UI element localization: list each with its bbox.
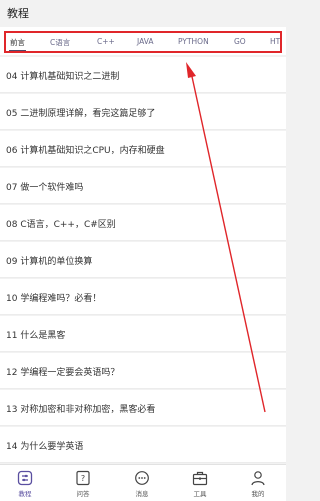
tab-go[interactable]: GO xyxy=(234,37,246,46)
qa-icon: ? xyxy=(76,470,90,486)
list-item[interactable]: 14 为什么要学英语 xyxy=(0,427,286,463)
list-item[interactable]: 06 计算机基础知识之CPU，内存和硬盘 xyxy=(0,131,286,167)
list-item-title: 08 C语言，C++，C#区别 xyxy=(6,220,116,230)
tab-ht[interactable]: HT xyxy=(270,37,280,46)
list-item-title: 04 计算机基础知识之二进制 xyxy=(6,72,120,82)
list-item[interactable]: 09 计算机的单位换算 xyxy=(0,242,286,278)
list-item[interactable]: 04 计算机基础知识之二进制 xyxy=(0,57,286,93)
nav-profile[interactable]: 我的 xyxy=(238,468,278,500)
divider xyxy=(0,203,286,204)
active-tab-indicator xyxy=(9,50,26,52)
list-item[interactable]: 12 学编程一定要会英语吗？ xyxy=(0,353,286,389)
tutorial-icon xyxy=(17,470,33,486)
nav-label: 问答 xyxy=(76,490,90,498)
tab-c[interactable]: C语言 xyxy=(50,37,70,48)
list-item-title: 07 做一个软件难吗 xyxy=(6,183,84,193)
divider xyxy=(0,166,286,167)
tab-python[interactable]: PYTHON xyxy=(178,37,209,46)
list-item-title: 12 学编程一定要会英语吗？ xyxy=(6,368,120,378)
divider xyxy=(0,129,286,130)
bottom-navigation: 教程 ? 问答 消息 工具 我的 xyxy=(0,464,286,501)
list-item-title: 14 为什么要学英语 xyxy=(6,442,84,452)
nav-message[interactable]: 消息 xyxy=(122,468,162,500)
nav-tools[interactable]: 工具 xyxy=(180,468,220,500)
message-icon xyxy=(135,471,149,485)
profile-icon xyxy=(251,471,265,486)
divider xyxy=(0,314,286,315)
list-item-title: 06 计算机基础知识之CPU，内存和硬盘 xyxy=(6,146,165,156)
divider xyxy=(0,425,286,426)
svg-text:?: ? xyxy=(81,474,85,483)
nav-label: 工具 xyxy=(193,490,207,498)
page-title: 教程 xyxy=(7,7,29,20)
nav-tutorial[interactable]: 教程 xyxy=(5,468,45,500)
divider xyxy=(0,462,286,463)
tab-preface[interactable]: 前言 xyxy=(10,37,25,48)
tab-java[interactable]: JAVA xyxy=(137,37,154,46)
list-item[interactable]: 11 什么是黑客 xyxy=(0,316,286,352)
list-item[interactable]: 07 做一个软件难吗 xyxy=(0,168,286,204)
divider xyxy=(0,92,286,93)
nav-label: 我的 xyxy=(251,490,265,498)
list-item[interactable]: 13 对称加密和非对称加密，黑客必看 xyxy=(0,390,286,426)
list-item[interactable]: 08 C语言，C++，C#区别 xyxy=(0,205,286,241)
tab-cpp[interactable]: C++ xyxy=(97,37,115,46)
list-item-title: 11 什么是黑客 xyxy=(6,331,66,341)
list-item[interactable]: 10 学编程难吗？必看！ xyxy=(0,279,286,315)
divider xyxy=(0,240,286,241)
divider xyxy=(0,388,286,389)
list-item-title: 09 计算机的单位换算 xyxy=(6,257,93,267)
list-item[interactable]: 05 二进制原理详解，看完这篇足够了 xyxy=(0,94,286,130)
toolbox-icon xyxy=(192,471,208,486)
nav-label: 消息 xyxy=(135,490,149,498)
divider xyxy=(0,351,286,352)
list-item-title: 13 对称加密和非对称加密，黑客必看 xyxy=(6,405,156,415)
header-bar: 教程 xyxy=(0,0,286,26)
nav-qa[interactable]: ? 问答 xyxy=(63,468,103,500)
list-item-title: 05 二进制原理详解，看完这篇足够了 xyxy=(6,109,156,119)
divider xyxy=(0,277,286,278)
nav-label: 教程 xyxy=(18,490,32,498)
category-tabs: 前言 C语言 C++ JAVA PYTHON GO HT xyxy=(0,27,286,55)
list-item-title: 10 学编程难吗？必看！ xyxy=(6,294,102,304)
